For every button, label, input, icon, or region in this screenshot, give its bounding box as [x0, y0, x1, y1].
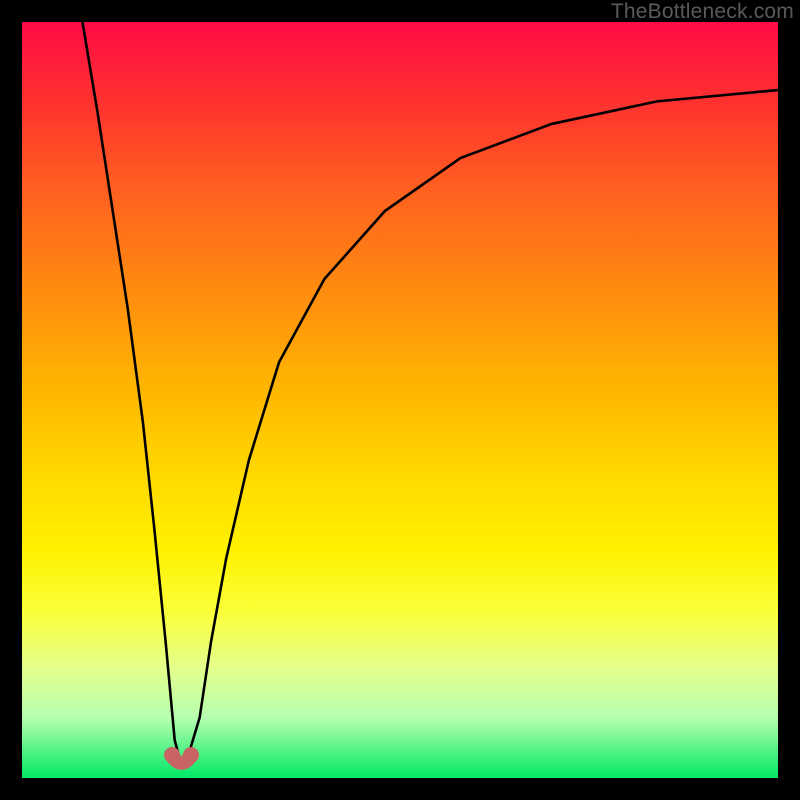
bottleneck-curve — [82, 22, 778, 763]
watermark-text: TheBottleneck.com — [611, 0, 794, 24]
chart-container: TheBottleneck.com — [0, 0, 800, 800]
plot-area — [22, 22, 778, 778]
curve-svg — [22, 22, 778, 778]
curve-marker — [164, 747, 180, 763]
